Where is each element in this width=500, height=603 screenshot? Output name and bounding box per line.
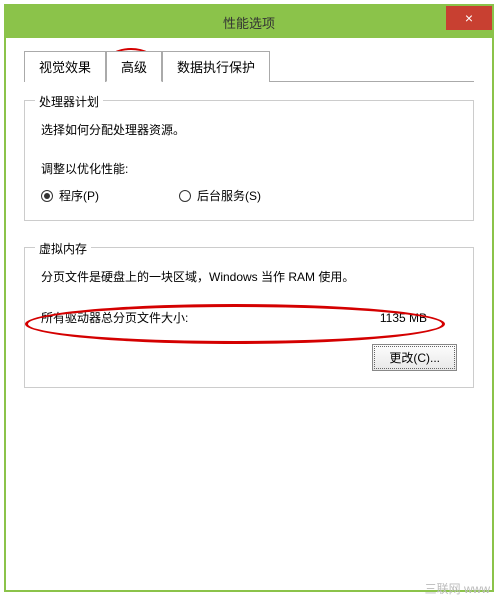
processor-legend: 处理器计划 <box>35 93 103 110</box>
vm-button-row: 更改(C)... <box>41 344 457 371</box>
vm-total-value: 1135 MB <box>380 311 427 325</box>
optimize-label: 调整以优化性能: <box>41 160 457 177</box>
vm-total-row: 所有驱动器总分页文件大小: 1135 MB <box>41 309 457 326</box>
processor-scheduling-group: 处理器计划 选择如何分配处理器资源。 调整以优化性能: 程序(P) 后台服务(S… <box>24 100 474 221</box>
processor-desc: 选择如何分配处理器资源。 <box>41 121 457 140</box>
content-area: 视觉效果 高级 数据执行保护 处理器计划 选择如何分配处理器资源。 调整以优化性… <box>6 38 492 590</box>
radio-services-label: 后台服务(S) <box>197 187 261 204</box>
virtual-memory-group: 虚拟内存 分页文件是硬盘上的一块区域，Windows 当作 RAM 使用。 所有… <box>24 247 474 388</box>
vm-desc: 分页文件是硬盘上的一块区域，Windows 当作 RAM 使用。 <box>41 268 457 287</box>
radio-icon-unchecked <box>179 190 191 202</box>
radio-icon-checked <box>41 190 53 202</box>
vm-total-label: 所有驱动器总分页文件大小: <box>41 309 188 326</box>
radio-row: 程序(P) 后台服务(S) <box>41 187 457 204</box>
radio-programs[interactable]: 程序(P) <box>41 187 99 204</box>
titlebar: 性能选项 × <box>6 6 492 38</box>
watermark-text: 三联网 www <box>425 580 490 597</box>
radio-background-services[interactable]: 后台服务(S) <box>179 187 261 204</box>
close-icon: × <box>465 10 473 26</box>
tab-dep[interactable]: 数据执行保护 <box>162 51 270 82</box>
vm-legend: 虚拟内存 <box>35 240 91 257</box>
window-title: 性能选项 <box>223 13 275 32</box>
tab-visual-effects[interactable]: 视觉效果 <box>24 51 106 82</box>
radio-programs-label: 程序(P) <box>59 187 99 204</box>
change-button[interactable]: 更改(C)... <box>372 344 457 371</box>
tab-strip: 视觉效果 高级 数据执行保护 <box>24 50 474 82</box>
close-button[interactable]: × <box>446 6 492 30</box>
tab-advanced[interactable]: 高级 <box>106 51 162 82</box>
performance-options-window: 性能选项 × 视觉效果 高级 数据执行保护 处理器计划 选择如何分配处理器资源。… <box>4 4 494 592</box>
